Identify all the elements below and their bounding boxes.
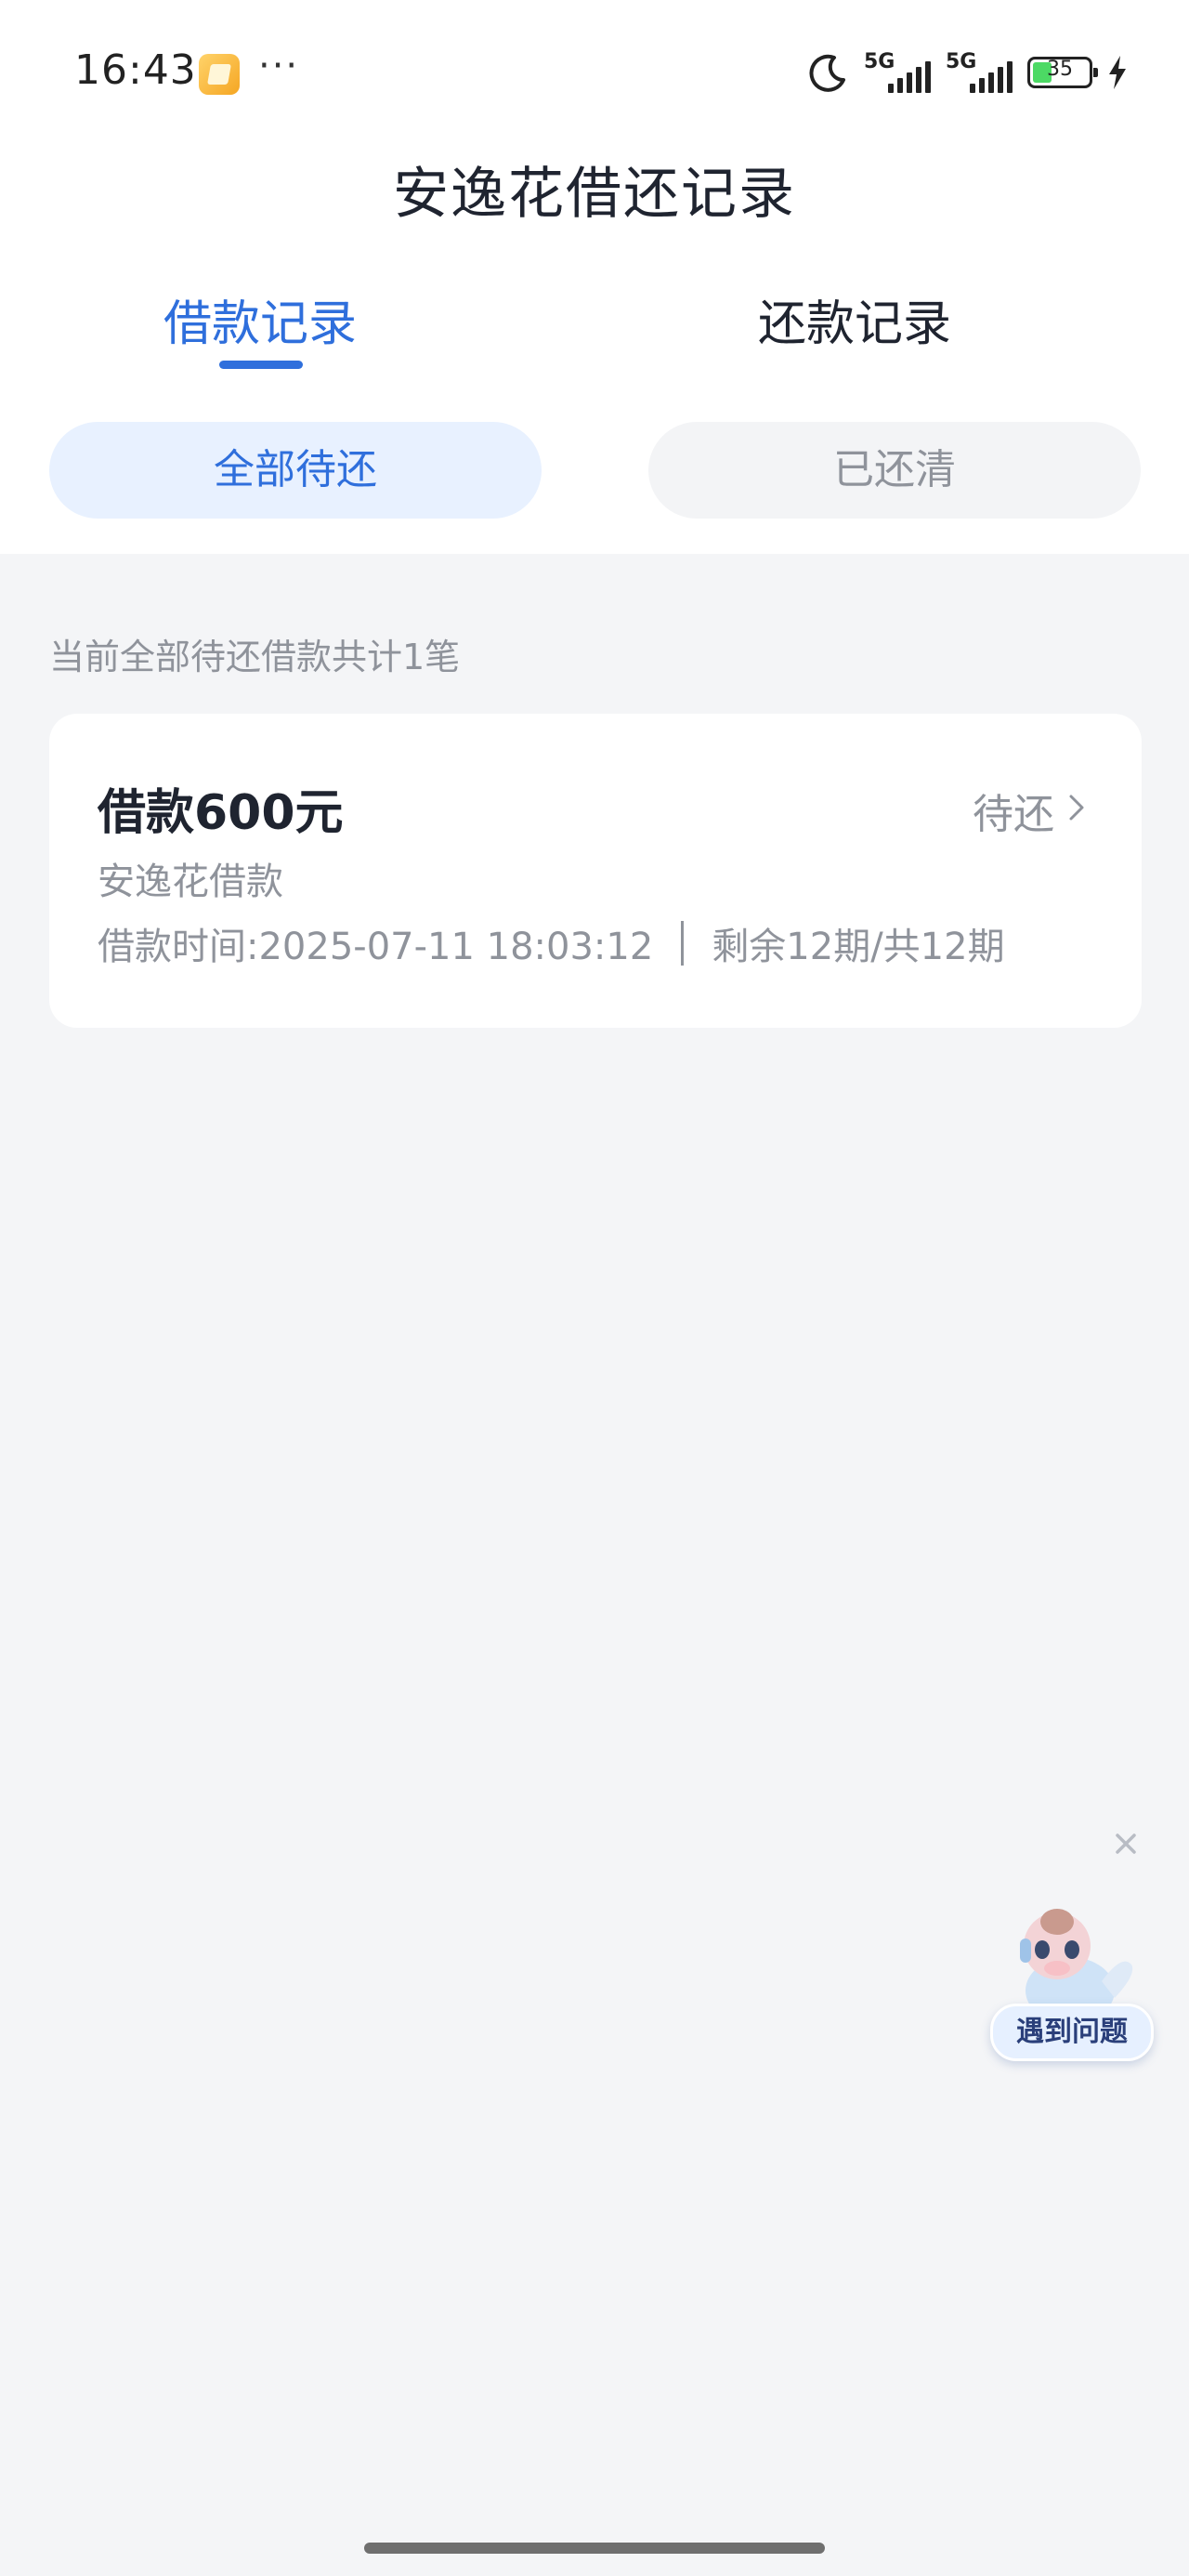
loan-amount: 借款600元 [98,785,344,841]
loan-status: 待还 [973,791,1054,838]
loan-product-name: 安逸花借款 [98,861,283,903]
status-time: 16:43 [74,46,197,94]
help-button[interactable]: 遇到问题 [990,2004,1154,2061]
moon-icon [809,54,845,92]
tab-repayment-records[interactable]: 还款记录 [715,284,994,354]
signal-icon: 5G [864,50,931,95]
status-indicators: 5G 5G 35 [808,48,1128,97]
meta-divider [681,921,685,966]
loan-periods: 剩余12期/共12期 [712,926,1005,968]
charging-icon [1109,56,1126,89]
signal-icon: 5G [946,50,1013,95]
loan-meta: 借款时间:2025-07-11 18:03:12 剩余12期/共12期 [98,916,1005,970]
more-notifications-icon: ··· [258,45,300,87]
home-indicator[interactable] [364,2543,825,2554]
chevron-right-icon [1069,795,1084,821]
header-panel: 16:43 ··· 5G 5G 35 安逸花借还记录 借款记录 还款记录 全部待… [0,0,1189,554]
filter-all-pending[interactable]: 全部待还 [49,422,542,519]
notification-app-icon [199,54,240,95]
battery-percent: 35 [1047,58,1073,81]
page-title: 安逸花借还记录 [393,162,796,227]
battery-icon: 35 [1027,57,1098,88]
loan-time: 借款时间:2025-07-11 18:03:12 [98,926,654,968]
close-icon[interactable] [1109,1827,1143,1860]
active-tab-indicator [219,361,303,369]
tab-loan-records[interactable]: 借款记录 [121,284,399,354]
filter-cleared[interactable]: 已还清 [648,422,1141,519]
pending-summary: 当前全部待还借款共计1笔 [49,637,461,677]
loan-card[interactable]: 借款600元 待还 安逸花借款 借款时间:2025-07-11 18:03:12… [49,714,1142,1028]
